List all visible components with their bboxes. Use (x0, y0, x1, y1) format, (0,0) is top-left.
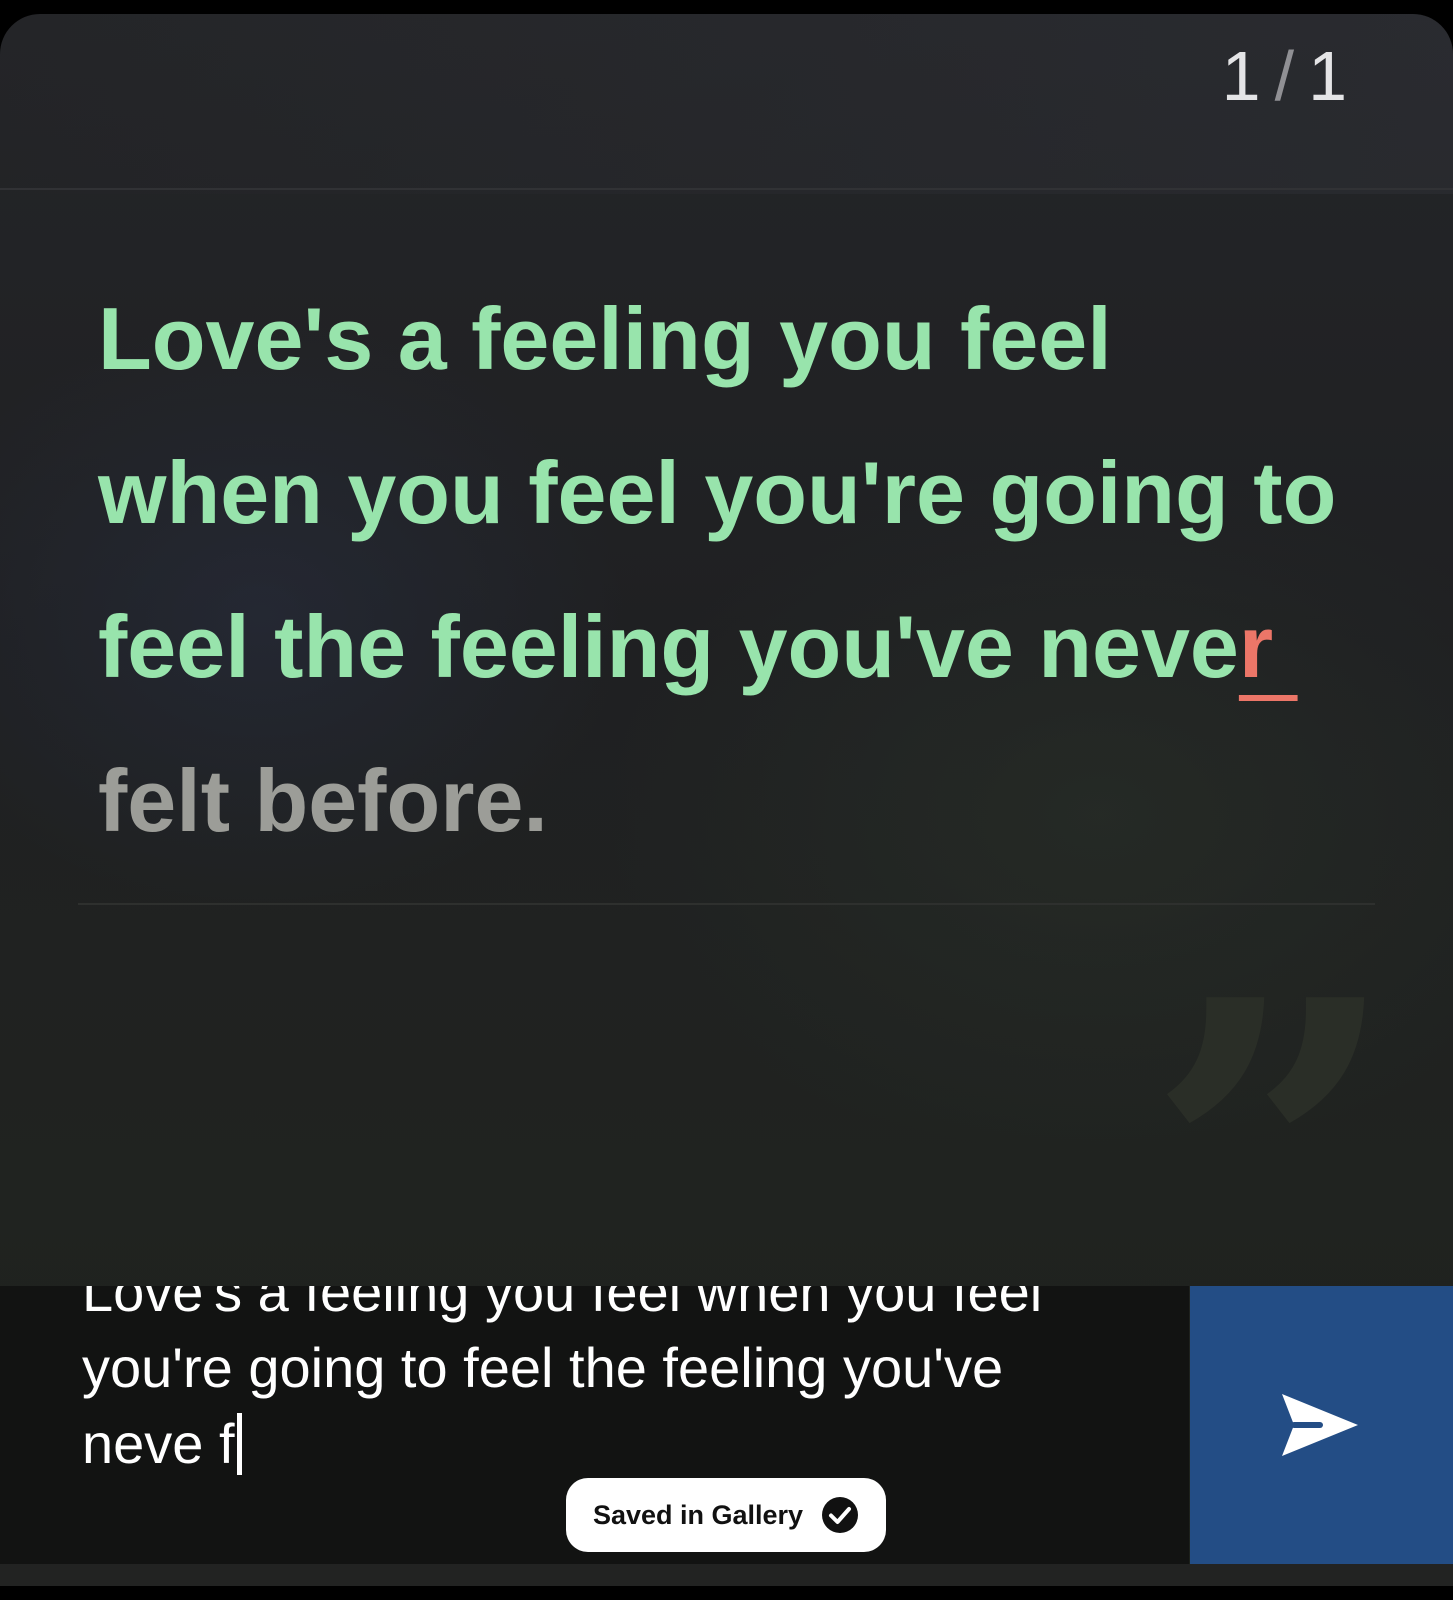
bottom-bar (0, 1564, 1453, 1586)
send-arrow-icon (1282, 1394, 1358, 1456)
counter-separator: / (1274, 37, 1297, 115)
quote-error-text: r (1238, 597, 1298, 696)
text-caret (236, 1413, 242, 1475)
counter-current: 1 (1221, 37, 1263, 115)
typing-input[interactable]: Love's a feeling you feel when you feel … (82, 1286, 1082, 1482)
counter-total: 1 (1308, 37, 1349, 115)
typed-text: Love's a feeling you feel when you feel … (82, 1286, 1043, 1475)
progress-counter: 1/1 (1222, 36, 1349, 116)
toast-label: Saved in Gallery (592, 1499, 804, 1530)
check-circle-icon (822, 1497, 859, 1533)
send-button[interactable] (1190, 1286, 1453, 1564)
quote-correct-text: Love's a feeling you feel when you feel … (98, 289, 1361, 696)
header-divider (0, 188, 1453, 190)
saved-toast: Saved in Gallery (566, 1478, 886, 1552)
quote-remaining-text: felt before. (98, 751, 548, 850)
quote-text: Love's a feeling you feel when you feel … (98, 262, 1358, 878)
